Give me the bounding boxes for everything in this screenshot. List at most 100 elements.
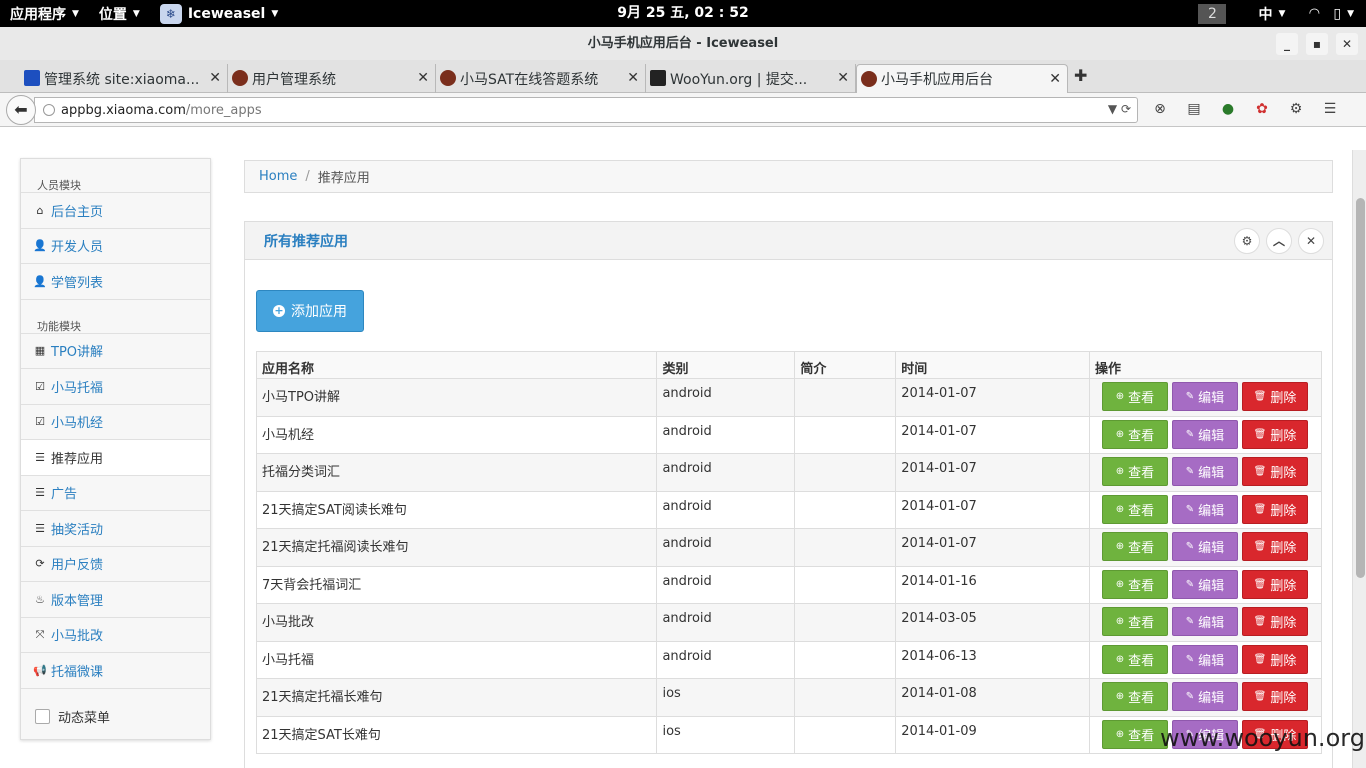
app-name-cell: 21天搞定托福阅读长难句	[255, 528, 658, 567]
addon-icon[interactable]: ⊗	[1150, 99, 1170, 119]
url-bar[interactable]: appbg.xiaoma.com/more_apps ▼ ⟳	[34, 97, 1138, 123]
edit-button[interactable]: ✎ 编辑	[1171, 382, 1238, 411]
actions-cell: ⊕ 查看 ✎ 编辑 🗑 删除	[1088, 453, 1323, 492]
tab-label: WooYun.org | 提交...	[670, 71, 808, 88]
close-icon[interactable]: ✕	[1298, 228, 1324, 254]
delete-button[interactable]: 🗑 删除	[1241, 682, 1308, 711]
close-tab-icon[interactable]: ✕	[417, 70, 429, 86]
app-menu[interactable]: ❄ Iceweasel ▼	[150, 0, 288, 27]
dynamic-menu-toggle[interactable]: 动态菜单	[21, 689, 210, 726]
workspace-indicator[interactable]: 2	[1198, 3, 1227, 24]
red-extension-icon[interactable]: ✿	[1252, 99, 1272, 119]
delete-button[interactable]: 🗑 删除	[1241, 457, 1308, 486]
tab-sat-quiz[interactable]: 小马SAT在线答题系统 ✕	[436, 64, 646, 93]
dropdown-arrow-icon[interactable]: ▼	[1108, 102, 1117, 116]
view-button[interactable]: ⊕ 查看	[1101, 682, 1168, 711]
green-extension-icon[interactable]: ●	[1218, 99, 1238, 119]
app-date-cell: 2014-01-07	[895, 378, 1090, 417]
view-button[interactable]: ⊕ 查看	[1101, 569, 1168, 599]
close-window-button[interactable]: ✕	[1336, 33, 1358, 55]
input-method-menu[interactable]: 中 ▼	[1246, 4, 1297, 24]
collapse-icon[interactable]: ︿	[1266, 228, 1292, 254]
edit-button[interactable]: ✎ 编辑	[1171, 607, 1238, 636]
sidebar-item-toefl[interactable]: ☑ 小马托福	[21, 369, 210, 405]
tab-user-management[interactable]: 用户管理系统 ✕	[228, 64, 436, 93]
tab-xiaoma-app-admin[interactable]: 小马手机应用后台 ✕	[856, 64, 1068, 93]
maximize-button[interactable]: ▪	[1306, 33, 1328, 55]
sidebar-item-correction[interactable]: ⤧ 小马批改	[21, 618, 210, 653]
trash-icon: 🗑	[1253, 391, 1267, 402]
breadcrumb-home-link[interactable]: Home	[259, 169, 297, 184]
sidebar-item-recommended-apps[interactable]: ☰ 推荐应用	[21, 440, 210, 476]
view-button[interactable]: ⊕ 查看	[1101, 644, 1168, 674]
dynamic-menu-checkbox[interactable]	[35, 708, 50, 724]
sidebar-item-jijing[interactable]: ☑ 小马机经	[21, 405, 210, 440]
edit-button[interactable]: ✎ 编辑	[1171, 419, 1238, 449]
sidebar-item-dashboard[interactable]: ⌂ 后台主页	[21, 193, 210, 229]
dynamic-menu-label: 动态菜单	[58, 710, 111, 726]
view-button[interactable]: ⊕ 查看	[1101, 532, 1168, 561]
zoom-in-icon: ⊕	[1115, 578, 1125, 590]
sidebar-item-ads[interactable]: ☰ 广告	[21, 476, 210, 511]
add-app-label: 添加应用	[291, 304, 347, 320]
delete-button[interactable]: 🗑 删除	[1241, 494, 1308, 524]
sidebar-item-feedback[interactable]: ⟳ 用户反馈	[21, 547, 210, 582]
delete-button[interactable]: 🗑 删除	[1241, 644, 1308, 674]
tab-label: 管理系统 site:xiaoma...	[44, 71, 200, 88]
tab-admin-system[interactable]: 管理系统 site:xiaoma... ✕	[20, 64, 228, 93]
view-button[interactable]: ⊕ 查看	[1101, 419, 1168, 449]
sidebar-item-tpo[interactable]: ▦ TPO讲解	[21, 334, 210, 369]
trash-icon: 🗑	[1253, 541, 1267, 552]
status-menu[interactable]: ◠ ▯ ▼	[1297, 6, 1366, 22]
reload-icon[interactable]: ⟳	[1121, 102, 1131, 116]
sidebar-item-label: 小马托福	[51, 380, 104, 396]
view-button[interactable]: ⊕ 查看	[1101, 719, 1168, 749]
close-tab-icon[interactable]: ✕	[837, 70, 849, 86]
view-button[interactable]: ⊕ 查看	[1101, 382, 1168, 411]
close-tab-icon[interactable]: ✕	[627, 70, 639, 86]
tab-wooyun[interactable]: WooYun.org | 提交... ✕	[646, 64, 856, 93]
zoom-in-icon: ⊕	[1115, 391, 1125, 402]
app-name-cell: 小马托福	[255, 640, 658, 679]
view-button[interactable]: ⊕ 查看	[1101, 457, 1168, 486]
edit-button[interactable]: ✎ 编辑	[1171, 682, 1238, 711]
add-app-button[interactable]: + 添加应用	[256, 290, 364, 332]
view-label: 查看	[1128, 391, 1155, 406]
minimize-button[interactable]: _	[1276, 33, 1298, 55]
input-method-label: 中	[1258, 6, 1273, 23]
delete-button[interactable]: 🗑 删除	[1241, 382, 1308, 411]
hamburger-menu-icon[interactable]: ☰	[1320, 99, 1340, 119]
sidebar-item-versions[interactable]: ♨ 版本管理	[21, 582, 210, 618]
places-menu[interactable]: 位置 ▼	[89, 0, 150, 27]
delete-button[interactable]: 🗑 删除	[1241, 607, 1308, 636]
sidebar-item-microclass[interactable]: 📢 托福微课	[21, 653, 210, 689]
close-tab-icon[interactable]: ✕	[209, 70, 221, 86]
view-button[interactable]: ⊕ 查看	[1101, 494, 1168, 524]
edit-button[interactable]: ✎ 编辑	[1171, 532, 1238, 561]
settings-icon[interactable]: ⚙	[1234, 228, 1260, 254]
edit-button[interactable]: ✎ 编辑	[1171, 569, 1238, 599]
delete-button[interactable]: 🗑 删除	[1241, 532, 1308, 561]
sidebar-item-lottery[interactable]: ☰ 抽奖活动	[21, 511, 210, 547]
edit-icon: ✎	[1185, 503, 1195, 515]
scrollbar-thumb[interactable]	[1356, 198, 1365, 578]
delete-button[interactable]: 🗑 删除	[1241, 569, 1308, 599]
edit-icon: ✎	[1185, 616, 1195, 627]
sidebar-item-developers[interactable]: 👤 开发人员	[21, 229, 210, 264]
gear-icon[interactable]: ⚙	[1286, 99, 1306, 119]
trash-icon: 🗑	[1253, 616, 1267, 627]
delete-button[interactable]: 🗑 删除	[1241, 419, 1308, 449]
reader-icon[interactable]: ▤	[1184, 99, 1204, 119]
edit-button[interactable]: ✎ 编辑	[1171, 457, 1238, 486]
back-button[interactable]: ⬅	[6, 95, 36, 125]
apps-table: 应用名称 类别 简介 时间 操作 小马TPO讲解 android 2014-01-0…	[255, 351, 1323, 754]
edit-button[interactable]: ✎ 编辑	[1171, 494, 1238, 524]
page-scrollbar[interactable]	[1352, 150, 1366, 768]
new-tab-button[interactable]: ✚	[1074, 66, 1087, 85]
applications-menu[interactable]: 应用程序 ▼	[0, 0, 89, 27]
view-button[interactable]: ⊕ 查看	[1101, 607, 1168, 636]
sidebar-item-student-managers[interactable]: 👤 学管列表	[21, 264, 210, 300]
close-tab-icon[interactable]: ✕	[1049, 71, 1061, 87]
actions-cell: ⊕ 查看 ✎ 编辑 🗑 删除	[1088, 678, 1323, 717]
edit-button[interactable]: ✎ 编辑	[1171, 644, 1238, 674]
